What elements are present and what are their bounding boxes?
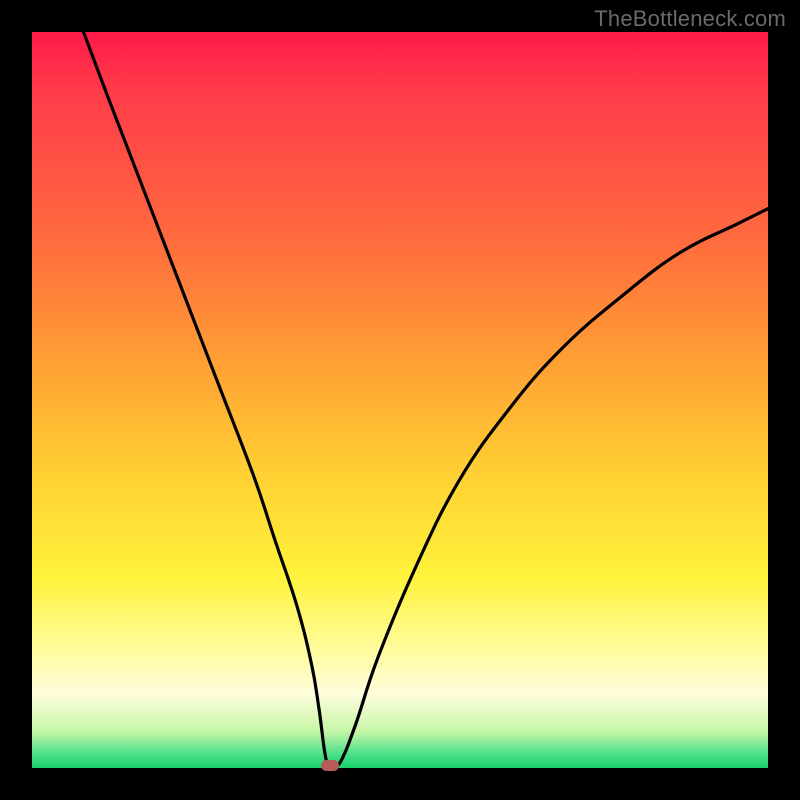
watermark-text: TheBottleneck.com xyxy=(594,6,786,32)
optimum-marker xyxy=(321,760,339,771)
bottleneck-curve xyxy=(32,32,768,768)
chart-frame: TheBottleneck.com xyxy=(0,0,800,800)
plot-area xyxy=(32,32,768,768)
